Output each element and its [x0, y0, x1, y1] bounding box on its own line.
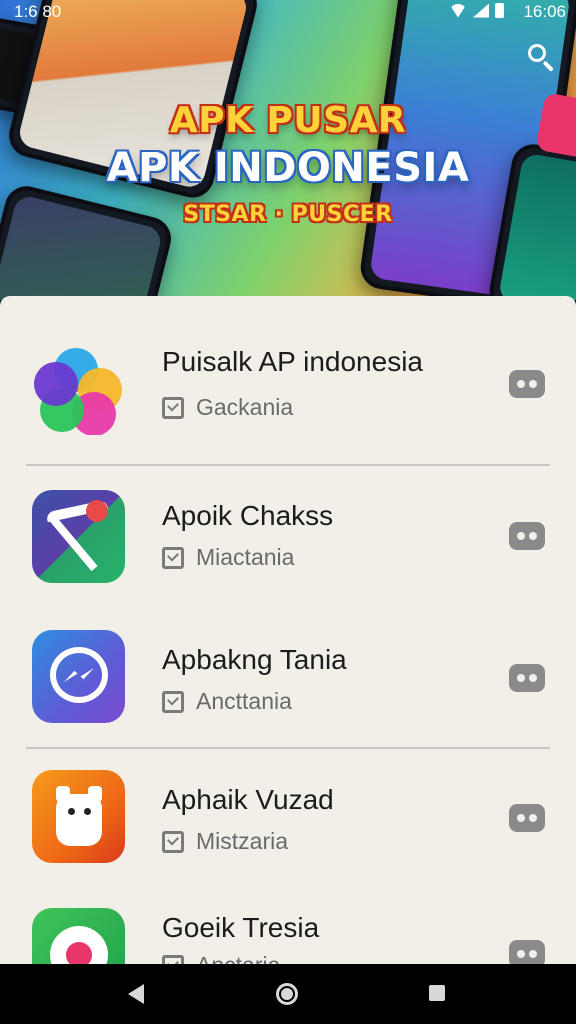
list-item[interactable]: Puisalk AP indonesia Gackania: [0, 316, 576, 456]
list-item[interactable]: Apoik Chakss Miactania: [0, 472, 576, 612]
back-icon[interactable]: [128, 984, 144, 1004]
app-name: Apbakng Tania: [162, 644, 347, 675]
app-subtitle: Mistzaria: [162, 828, 288, 855]
green-ring-icon: [32, 908, 125, 964]
app-subtitle: Miactania: [162, 544, 294, 571]
app-name: Puisalk AP indonesia: [162, 346, 423, 377]
recents-icon[interactable]: [429, 985, 445, 1001]
app-subtitle: Ancttania: [162, 688, 292, 715]
pickaxe-tip: [86, 500, 108, 522]
app-subtitle-text: Anctaria: [196, 952, 280, 964]
status-icons: [449, 3, 504, 18]
messenger-icon: [32, 630, 125, 723]
cat-mascot-icon: [32, 770, 125, 863]
mascot-eye: [68, 808, 75, 815]
search-icon: [528, 44, 546, 62]
icon-dot: [66, 942, 92, 964]
mascot-eye: [84, 808, 91, 815]
status-bar: 1:6 80 16:06: [0, 0, 576, 24]
search-button[interactable]: [524, 40, 558, 74]
banner-phone-image: [0, 181, 176, 300]
app-subtitle-text: Gackania: [196, 394, 294, 420]
divider: [26, 747, 550, 749]
signal-icon: [473, 3, 489, 18]
more-options-button[interactable]: [509, 664, 545, 692]
status-time-left: 1:6 80: [14, 2, 62, 21]
pickaxe-icon: [32, 490, 125, 583]
wifi-icon: [449, 3, 467, 18]
app-subtitle: Anctaria: [162, 952, 280, 964]
search-icon-handle: [542, 60, 554, 72]
more-options-button[interactable]: [509, 940, 545, 964]
app-subtitle-text: Ancttania: [196, 688, 292, 714]
checkbox-icon: [162, 546, 184, 569]
app-subtitle-text: Mistzaria: [196, 828, 289, 854]
pickaxe-shaft: [50, 516, 98, 572]
banner-title-line1: APK PUSAR: [169, 100, 407, 141]
checkbox-icon: [162, 690, 184, 713]
mascot-body: [56, 794, 102, 846]
more-options-button[interactable]: [509, 370, 545, 398]
app-list: Puisalk AP indonesia Gackania Apoik Chak…: [0, 296, 576, 964]
hero-banner: APK PUSAR APK INDONESIA STSAR · PUSCER: [0, 0, 576, 300]
app-subtitle-text: Miactania: [196, 544, 295, 570]
list-item[interactable]: Aphaik Vuzad Mistzaria: [0, 756, 576, 896]
navigation-bar: [0, 964, 576, 1024]
app-name: Goeik Tresia: [162, 912, 320, 943]
checkbox-icon: [162, 830, 184, 853]
app-name: Aphaik Vuzad: [162, 784, 334, 815]
colorful-flower-icon: [32, 342, 125, 435]
checkbox-icon: [162, 954, 184, 964]
app-subtitle: Gackania: [162, 394, 293, 421]
home-icon[interactable]: [276, 983, 298, 1005]
more-options-button[interactable]: [509, 522, 545, 550]
battery-icon: [495, 3, 504, 18]
checkbox-icon: [162, 396, 184, 419]
icon-petal: [34, 362, 78, 406]
more-options-button[interactable]: [509, 804, 545, 832]
list-item[interactable]: Goeik Tresia Anctaria: [0, 896, 576, 964]
list-item[interactable]: Apbakng Tania Ancttania: [0, 614, 576, 754]
app-name: Apoik Chakss: [162, 500, 334, 531]
status-time-right: 16:06: [523, 2, 566, 21]
banner-title-line2: APK INDONESIA: [106, 145, 470, 191]
divider: [26, 464, 550, 466]
banner-tagline: STSAR · PUSCER: [183, 202, 393, 227]
